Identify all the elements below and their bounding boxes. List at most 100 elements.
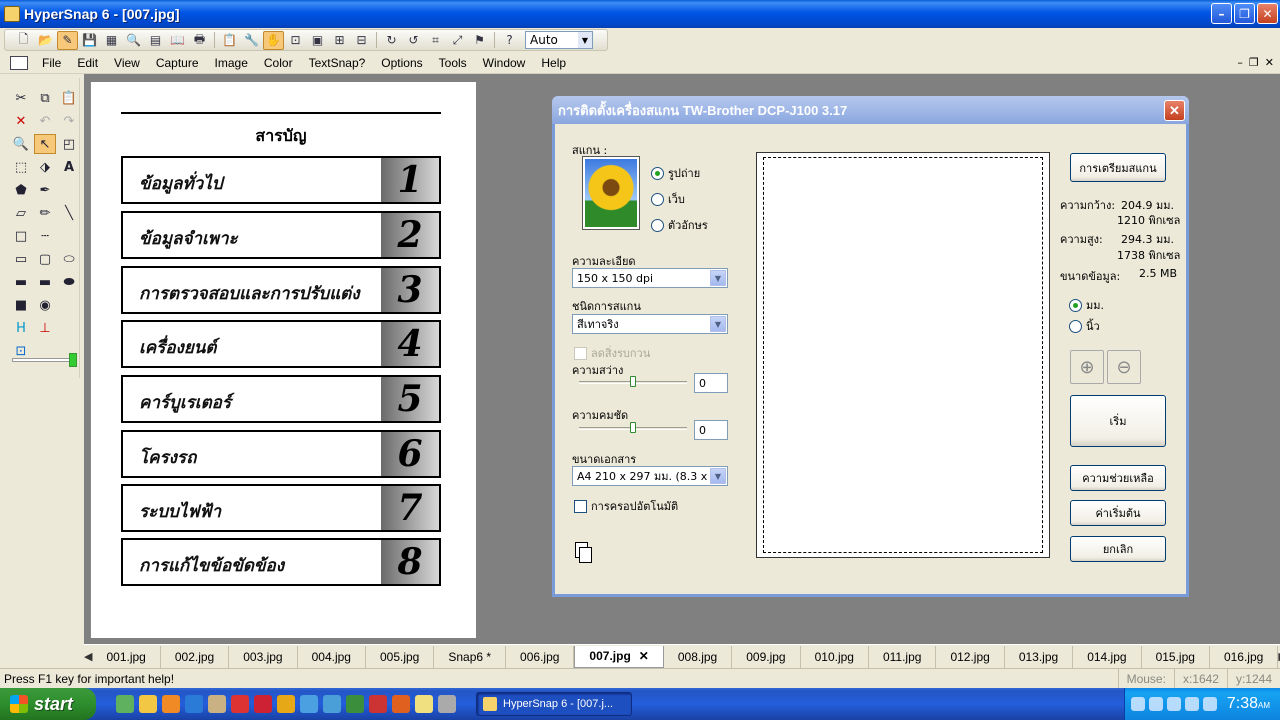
document-size-select[interactable]: A4 210 x 297 มม. (8.3 x 11 ▼: [572, 466, 728, 486]
paste-icon[interactable]: 📋: [219, 31, 240, 50]
undo-icon[interactable]: ↶: [34, 111, 56, 131]
quicklaunch-icon[interactable]: [116, 695, 134, 713]
folder-icon[interactable]: [139, 695, 157, 713]
firefox2-icon[interactable]: [392, 695, 410, 713]
mdi-minimize-icon[interactable]: –: [1237, 56, 1243, 69]
help-button[interactable]: ความช่วยเหลือ: [1070, 465, 1166, 491]
tab-011[interactable]: 011.jpg: [869, 645, 937, 668]
copy-icon[interactable]: ⧉: [34, 88, 56, 108]
print-icon[interactable]: 🖶: [189, 31, 210, 50]
menu-view[interactable]: View: [106, 56, 148, 70]
scan-preview-area[interactable]: [756, 152, 1050, 558]
app2-icon[interactable]: [277, 695, 295, 713]
tray-icon[interactable]: [1130, 697, 1145, 711]
tab-004[interactable]: 004.jpg: [298, 645, 366, 668]
eraser-icon[interactable]: ▱: [10, 203, 32, 223]
tab-012[interactable]: 012.jpg: [936, 645, 1005, 668]
tray-icon[interactable]: [1166, 697, 1181, 711]
open-folder-icon[interactable]: 📂: [35, 31, 56, 50]
taskbar-hypersnap[interactable]: HyperSnap 6 - [007.j...: [476, 692, 632, 716]
tab-013[interactable]: 013.jpg: [1005, 645, 1074, 668]
tab-007-active[interactable]: 007.jpg ✕: [574, 645, 664, 668]
rotate-right-icon[interactable]: ↻: [381, 31, 402, 50]
brightness-input[interactable]: 0: [694, 373, 728, 393]
opera-icon[interactable]: [254, 695, 272, 713]
magic-select-icon[interactable]: ⬗: [34, 157, 56, 177]
menu-help[interactable]: Help: [533, 56, 574, 70]
maximize-button[interactable]: ❐: [1234, 3, 1255, 24]
tab-005[interactable]: 005.jpg: [366, 645, 435, 668]
filled-rounded-icon[interactable]: ▬: [34, 272, 56, 292]
scan-area-selection[interactable]: [763, 157, 1043, 553]
frame-icon[interactable]: ◰: [58, 134, 80, 154]
tab-close-icon[interactable]: ✕: [639, 649, 649, 663]
start-scan-button[interactable]: เริ่ม: [1070, 395, 1166, 447]
tab-scroll-left-icon[interactable]: ◀: [84, 650, 92, 663]
filled-rect-icon[interactable]: ▬: [10, 272, 32, 292]
radio-unit-inch[interactable]: นิ้ว: [1069, 317, 1100, 335]
scan-type-select[interactable]: สีเทาจริง ▼: [572, 314, 728, 334]
picker-icon[interactable]: ✒: [34, 180, 56, 200]
pencil-icon[interactable]: ✏: [34, 203, 56, 223]
chrome-icon[interactable]: [346, 695, 364, 713]
rect-small-icon[interactable]: □: [10, 226, 32, 246]
menu-image[interactable]: Image: [207, 56, 256, 70]
capture-scroll-icon[interactable]: ⊞: [329, 31, 350, 50]
highlight-icon[interactable]: H: [10, 318, 32, 338]
hypersnap-quick-icon[interactable]: [438, 695, 456, 713]
firefox-icon[interactable]: [162, 695, 180, 713]
brightness-slider[interactable]: [579, 376, 687, 390]
volume-icon[interactable]: [1202, 697, 1217, 711]
tab-015[interactable]: 015.jpg: [1142, 645, 1210, 668]
menu-capture[interactable]: Capture: [148, 56, 207, 70]
menu-file[interactable]: File: [34, 56, 69, 70]
dashed-line-icon[interactable]: ┄: [34, 226, 56, 246]
zoom-select[interactable]: Auto ▼: [525, 31, 593, 49]
new-file-icon[interactable]: 🗋: [13, 31, 34, 50]
line-icon[interactable]: ╲: [58, 203, 80, 223]
default-button[interactable]: ค่าเริ่มต้น: [1070, 500, 1166, 526]
contrast-input[interactable]: 0: [694, 420, 728, 440]
app3-icon[interactable]: [300, 695, 318, 713]
tab-008[interactable]: 008.jpg: [664, 645, 733, 668]
fill-icon[interactable]: ⬟: [10, 180, 32, 200]
prescan-button[interactable]: การเตรียมสแกน: [1070, 153, 1166, 182]
capture-region-icon[interactable]: ⊡: [285, 31, 306, 50]
delete-icon[interactable]: ✕: [10, 111, 32, 131]
snap-icon[interactable]: ✋: [263, 30, 284, 50]
minimize-button[interactable]: –: [1211, 3, 1232, 24]
book-icon[interactable]: 📖: [167, 31, 188, 50]
tab-010[interactable]: 010.jpg: [801, 645, 869, 668]
save-icon[interactable]: 💾: [79, 31, 100, 50]
tab-001[interactable]: 001.jpg: [92, 645, 161, 668]
auto-crop-checkbox[interactable]: การครอปอัตโนมัติ: [574, 497, 678, 515]
zoom-in-icon[interactable]: ⊕: [1070, 350, 1104, 384]
radio-unit-mm[interactable]: มม.: [1069, 296, 1104, 314]
media-icon[interactable]: [231, 695, 249, 713]
start-button[interactable]: start: [0, 688, 96, 720]
notepad-icon[interactable]: [415, 695, 433, 713]
hypersnap-app-icon[interactable]: [4, 6, 20, 22]
tray-icon[interactable]: [1184, 697, 1199, 711]
opacity-slider[interactable]: [12, 353, 77, 367]
color-fill-icon[interactable]: ■: [10, 295, 32, 315]
radio-web[interactable]: เว็บ: [651, 190, 685, 208]
menu-options[interactable]: Options: [373, 56, 430, 70]
capture-button-icon[interactable]: ⊟: [351, 31, 372, 50]
rotate-left-icon[interactable]: ↺: [403, 31, 424, 50]
menu-textsnap[interactable]: TextSnap?: [301, 56, 374, 70]
save-all-icon[interactable]: ▦: [101, 31, 122, 50]
copy-pages-icon[interactable]: [575, 542, 593, 564]
zoom-out-icon[interactable]: ⊖: [1107, 350, 1141, 384]
menu-edit[interactable]: Edit: [69, 56, 106, 70]
skype-icon[interactable]: [323, 695, 341, 713]
text-icon[interactable]: A: [58, 157, 80, 177]
cut-icon[interactable]: ✂: [10, 88, 32, 108]
menu-window[interactable]: Window: [475, 56, 534, 70]
menu-tools[interactable]: Tools: [431, 56, 475, 70]
close-button[interactable]: ✕: [1257, 3, 1278, 24]
stamp-icon[interactable]: ⚑: [469, 31, 490, 50]
radio-photo[interactable]: รูปถ่าย: [651, 164, 700, 182]
tab-014[interactable]: 014.jpg: [1073, 645, 1142, 668]
select-arrow-icon[interactable]: ↖: [34, 134, 56, 154]
